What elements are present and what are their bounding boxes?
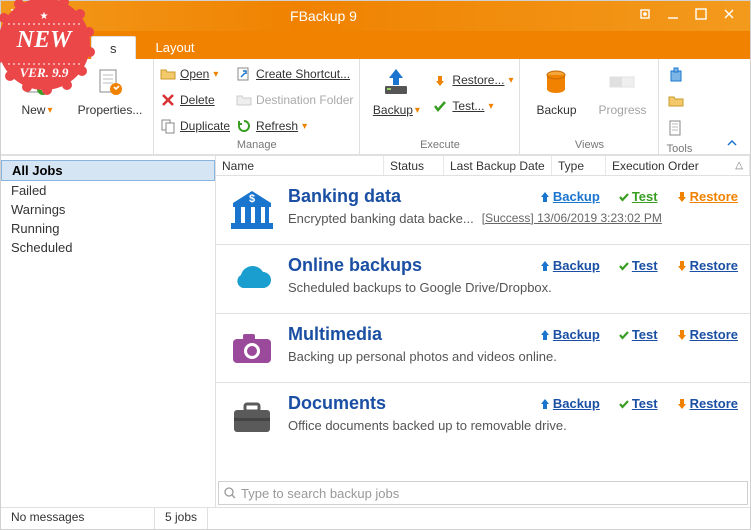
col-execution-order[interactable]: Execution Order△ [606,156,750,175]
ribbon: New ▾ Properties... Open ▾ [1,59,750,155]
restore-button[interactable]: Restore... ▾ [432,69,513,91]
refresh-button[interactable]: Refresh ▾ [236,115,353,137]
group-label-manage: Manage [160,139,353,153]
job-restore-link[interactable]: Restore [676,396,738,411]
svg-text:$: $ [249,193,255,205]
window-title: FBackup 9 [23,8,624,24]
col-name[interactable]: Name [216,156,384,175]
ribbon-collapse-button[interactable] [726,136,738,148]
group-label-tools: Tools [665,143,693,155]
title-bar: FBackup 9 [1,1,750,31]
job-backup-link[interactable]: Backup [539,327,600,342]
job-description: Encrypted banking data backe... [288,211,474,226]
job-description: Scheduled backups to Google Drive/Dropbo… [288,280,738,295]
job-restore-link[interactable]: Restore [676,258,738,273]
job-test-link[interactable]: Test [618,189,658,204]
svg-text:NEW: NEW [16,27,73,53]
ribbon-group-tools: Tools [659,59,699,154]
create-shortcut-button[interactable]: Create Shortcut... [236,63,353,85]
search-placeholder: Type to search backup jobs [241,486,399,501]
job-title: Banking data [288,186,521,207]
execute-backup-button[interactable]: Backup ▾ [366,63,426,117]
column-headers: Name Status Last Backup Date Type Execut… [216,156,750,176]
new-version-badge: NEW ★ VER. 9.9 [0,0,96,96]
briefcase-icon [228,393,276,441]
tool-plugins-button[interactable] [665,65,687,87]
ribbon-group-execute: Backup ▾ Restore... ▾ Test... ▾ Execute [360,59,520,154]
view-progress-button[interactable]: Progress [592,63,652,117]
job-backup-link[interactable]: Backup [539,189,600,204]
open-button[interactable]: Open ▾ [160,63,230,85]
ribbon-tabs: s Layout [1,31,750,59]
search-input[interactable]: Type to search backup jobs [218,481,748,505]
destination-folder-button[interactable]: Destination Folder [236,89,353,111]
job-title: Online backups [288,255,521,276]
job-list: $ Banking data Backup Test Restore Encry… [216,176,750,479]
job-test-link[interactable]: Test [618,327,658,342]
sidebar-item-scheduled[interactable]: Scheduled [1,238,215,257]
delete-button[interactable]: Delete [160,89,230,111]
status-messages: No messages [1,508,155,529]
camera-icon [228,324,276,372]
job-row[interactable]: Multimedia Backup Test Restore Backing u… [216,314,750,383]
settings-button[interactable] [638,7,652,26]
tool-logs-button[interactable] [665,91,687,113]
status-job-count: 5 jobs [155,508,208,529]
job-restore-link[interactable]: Restore [676,327,738,342]
job-test-link[interactable]: Test [618,396,658,411]
job-title: Multimedia [288,324,521,345]
job-restore-link[interactable]: Restore [676,189,738,204]
group-label-execute: Execute [366,139,513,153]
job-title: Documents [288,393,521,414]
tool-settings-button[interactable] [665,117,687,139]
job-description: Backing up personal photos and videos on… [288,349,738,364]
search-icon [223,486,237,500]
close-button[interactable] [722,7,736,26]
cloud-icon [228,255,276,303]
col-type[interactable]: Type [552,156,606,175]
tab-jobs[interactable]: s [91,36,136,60]
maximize-button[interactable] [694,7,708,26]
job-backup-link[interactable]: Backup [539,396,600,411]
col-last-backup[interactable]: Last Backup Date [444,156,552,175]
sidebar: All Jobs Failed Warnings Running Schedul… [1,156,216,507]
job-backup-link[interactable]: Backup [539,258,600,273]
sidebar-item-failed[interactable]: Failed [1,181,215,200]
svg-text:★: ★ [40,11,49,22]
col-status[interactable]: Status [384,156,444,175]
job-row[interactable]: Online backups Backup Test Restore Sched… [216,245,750,314]
group-label-files [7,139,147,153]
status-bar: No messages 5 jobs [1,507,750,529]
job-test-link[interactable]: Test [618,258,658,273]
test-button[interactable]: Test... ▾ [432,95,513,117]
view-backup-button[interactable]: Backup [526,63,586,117]
sidebar-item-running[interactable]: Running [1,219,215,238]
job-row[interactable]: $ Banking data Backup Test Restore Encry… [216,176,750,245]
tab-layout[interactable]: Layout [138,35,213,59]
bank-icon: $ [228,186,276,234]
ribbon-group-views: Backup Progress Views [520,59,659,154]
job-row[interactable]: Documents Backup Test Restore Office doc… [216,383,750,451]
duplicate-button[interactable]: Duplicate [160,115,230,137]
job-meta: [Success] 13/06/2019 3:23:02 PM [482,211,662,226]
minimize-button[interactable] [666,7,680,26]
group-label-views: Views [526,139,652,153]
sidebar-item-all-jobs[interactable]: All Jobs [1,160,215,181]
svg-text:VER. 9.9: VER. 9.9 [20,65,69,80]
job-description: Office documents backed up to removable … [288,418,738,433]
sidebar-item-warnings[interactable]: Warnings [1,200,215,219]
ribbon-group-manage: Open ▾ Delete Duplicate Create Shortcut.… [154,59,360,154]
